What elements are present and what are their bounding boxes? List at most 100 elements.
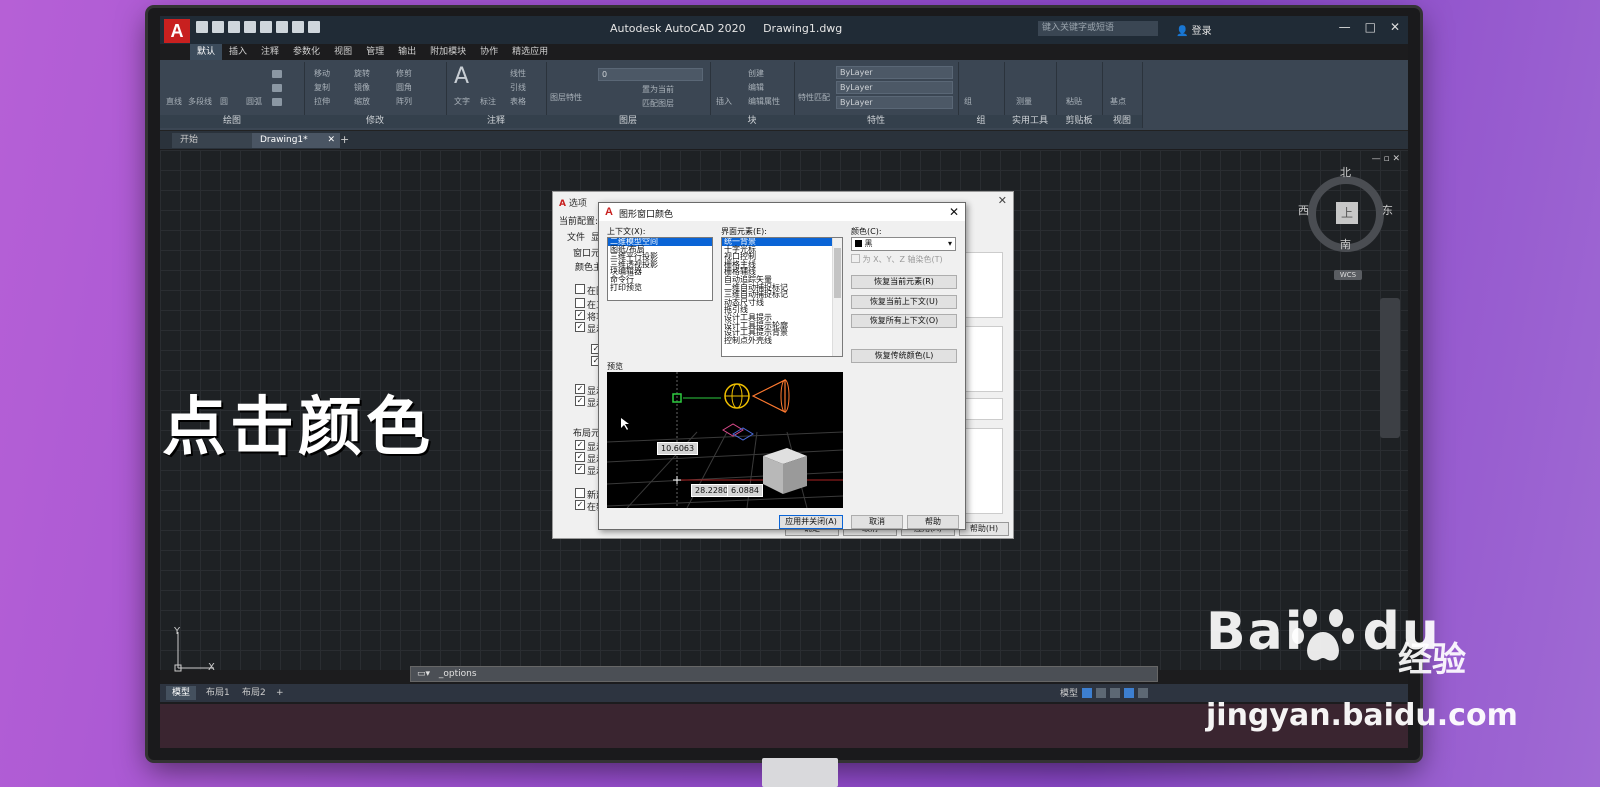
apply-and-close-button[interactable]: 应用并关闭(A) bbox=[779, 515, 843, 529]
colors-dialog-close-icon[interactable]: ✕ bbox=[949, 205, 959, 219]
compass-north[interactable]: 北 bbox=[1340, 164, 1351, 180]
osnap-icon[interactable] bbox=[1138, 687, 1149, 698]
text-icon[interactable]: A bbox=[454, 64, 469, 89]
scrollbar-thumb[interactable] bbox=[834, 248, 841, 298]
element-list-scrollbar[interactable] bbox=[832, 238, 842, 356]
panel-label-utilities[interactable]: 实用工具 bbox=[1004, 115, 1056, 128]
group-tool[interactable]: 组 bbox=[964, 96, 972, 107]
print-icon[interactable] bbox=[276, 21, 288, 33]
tab-output[interactable]: 输出 bbox=[391, 44, 423, 60]
panel-label-clipboard[interactable]: 剪贴板 bbox=[1056, 115, 1102, 128]
login-button[interactable]: 👤 登录 bbox=[1176, 22, 1212, 37]
tint-axis-checkbox[interactable] bbox=[851, 254, 860, 263]
model-space-toggle[interactable]: 模型 bbox=[1060, 686, 1078, 699]
tint-axis-option[interactable]: 为 X、Y、Z 轴染色(T) bbox=[851, 254, 943, 265]
layout-checkbox-2[interactable]: ✓ bbox=[575, 452, 585, 462]
interface-element-list[interactable]: 统一背景 十字光标 视口控制 栅格主线 栅格辅线 自动追踪矢量 二维自动捕捉标记… bbox=[721, 237, 843, 357]
layer-properties-tool[interactable]: 图层特性 bbox=[550, 92, 582, 103]
panel-label-annotation[interactable]: 注释 bbox=[446, 115, 546, 128]
panel-label-block[interactable]: 块 bbox=[710, 115, 794, 128]
paste-tool[interactable]: 粘贴 bbox=[1066, 96, 1082, 107]
viewport-controls[interactable]: — ▫ ✕ bbox=[1372, 154, 1400, 164]
navigation-bar[interactable] bbox=[1380, 298, 1400, 438]
measure-tool[interactable]: 测量 bbox=[1016, 96, 1032, 107]
grid-icon[interactable] bbox=[1082, 687, 1093, 698]
rotate-tool[interactable]: 旋转 bbox=[354, 68, 370, 79]
color-select[interactable]: 黑 ▾ bbox=[851, 237, 956, 251]
tab-parametric[interactable]: 参数化 bbox=[286, 44, 327, 60]
array-tool[interactable]: 阵列 bbox=[396, 96, 412, 107]
tab-addins[interactable]: 附加模块 bbox=[423, 44, 473, 60]
web-mobile-icon[interactable] bbox=[260, 21, 272, 33]
tab-collaborate[interactable]: 协作 bbox=[473, 44, 505, 60]
element-item[interactable]: 控制点外壳线 bbox=[722, 336, 842, 345]
option-checkbox-1[interactable] bbox=[575, 284, 585, 294]
layout-checkbox-5[interactable]: ✓ bbox=[575, 500, 585, 510]
color-dropdown[interactable]: ByLayer bbox=[836, 66, 953, 79]
layout-checkbox-3[interactable]: ✓ bbox=[575, 464, 585, 474]
tab-manage[interactable]: 管理 bbox=[359, 44, 391, 60]
save-icon[interactable] bbox=[228, 21, 240, 33]
command-line[interactable]: ▭▾ _options bbox=[410, 666, 1158, 682]
layout-checkbox-1[interactable]: ✓ bbox=[575, 440, 585, 450]
restore-current-context-button[interactable]: 恢复当前上下文(U) bbox=[851, 295, 957, 309]
autocad-logo-icon[interactable]: A bbox=[164, 19, 190, 43]
tab-layout1[interactable]: 布局1 bbox=[200, 686, 236, 700]
tab-annotate[interactable]: 注释 bbox=[254, 44, 286, 60]
redo-icon[interactable] bbox=[308, 21, 320, 33]
tab-featured-apps[interactable]: 精选应用 bbox=[505, 44, 555, 60]
command-input[interactable]: _options bbox=[439, 669, 477, 679]
fillet-tool[interactable]: 圆角 bbox=[396, 82, 412, 93]
line-tool[interactable]: 直线 bbox=[166, 96, 182, 107]
panel-label-properties[interactable]: 特性 bbox=[794, 115, 958, 128]
search-input[interactable]: 键入关键字或短语 bbox=[1038, 21, 1158, 36]
linetype-dropdown[interactable]: ByLayer bbox=[836, 96, 953, 109]
match-properties-tool[interactable]: 特性匹配 bbox=[798, 92, 830, 103]
option-checkbox-4[interactable]: ✓ bbox=[575, 322, 585, 332]
circle-tool[interactable]: 圆 bbox=[220, 96, 228, 107]
tab-view[interactable]: 视图 bbox=[327, 44, 359, 60]
polyline-tool[interactable]: 多段线 bbox=[188, 96, 212, 107]
option-checkbox-2[interactable] bbox=[575, 298, 585, 308]
tab-drawing1[interactable]: Drawing1* ✕ bbox=[252, 133, 340, 148]
panel-label-groups[interactable]: 组 bbox=[958, 115, 1004, 128]
wcs-menu[interactable]: WCS bbox=[1334, 270, 1362, 280]
scale-tool[interactable]: 缩放 bbox=[354, 96, 370, 107]
panel-label-view[interactable]: 视图 bbox=[1102, 115, 1142, 128]
restore-all-contexts-button[interactable]: 恢复所有上下文(O) bbox=[851, 314, 957, 328]
panel-label-layers[interactable]: 图层 bbox=[546, 115, 710, 128]
insert-block-tool[interactable]: 插入 bbox=[716, 96, 732, 107]
rectangle-icon[interactable] bbox=[272, 70, 282, 78]
panel-label-modify[interactable]: 修改 bbox=[304, 115, 446, 128]
maximize-button[interactable]: □ bbox=[1365, 20, 1376, 34]
mirror-tool[interactable]: 镜像 bbox=[354, 82, 370, 93]
match-layer-tool[interactable]: 匹配图层 bbox=[642, 98, 674, 109]
restore-current-element-button[interactable]: 恢复当前元素(R) bbox=[851, 275, 957, 289]
context-list[interactable]: 二维模型空间 图纸/布局 三维平行投影 三维透视投影 块编辑器 命令行 打印预览 bbox=[607, 237, 713, 301]
option-checkbox-3[interactable]: ✓ bbox=[575, 310, 585, 320]
minimize-button[interactable]: — bbox=[1339, 20, 1351, 34]
new-tab-icon[interactable]: + bbox=[340, 133, 349, 146]
set-current-tool[interactable]: 置为当前 bbox=[642, 84, 674, 95]
close-button[interactable]: ✕ bbox=[1390, 20, 1400, 34]
ortho-icon[interactable] bbox=[1110, 687, 1121, 698]
restore-classic-colors-button[interactable]: 恢复传统颜色(L) bbox=[851, 349, 957, 363]
tab-layout2[interactable]: 布局2 bbox=[236, 686, 272, 700]
create-block-tool[interactable]: 创建 bbox=[748, 68, 764, 79]
compass-south[interactable]: 南 bbox=[1340, 236, 1351, 252]
undo-icon[interactable] bbox=[292, 21, 304, 33]
tab-default[interactable]: 默认 bbox=[190, 44, 223, 60]
stretch-tool[interactable]: 拉伸 bbox=[314, 96, 330, 107]
hatch-icon[interactable] bbox=[272, 98, 282, 106]
open-file-icon[interactable] bbox=[212, 21, 224, 33]
viewcube-top-face[interactable]: 上 bbox=[1336, 202, 1358, 224]
layout-checkbox-4[interactable] bbox=[575, 488, 585, 498]
tab-insert[interactable]: 插入 bbox=[222, 44, 254, 60]
help-button[interactable]: 帮助 bbox=[907, 515, 959, 529]
tab-files[interactable]: 文件 bbox=[567, 230, 585, 243]
layer-dropdown[interactable]: 0 bbox=[598, 68, 703, 81]
option-checkbox-8[interactable]: ✓ bbox=[575, 396, 585, 406]
arc-tool[interactable]: 圆弧 bbox=[246, 96, 262, 107]
base-point-tool[interactable]: 基点 bbox=[1110, 96, 1126, 107]
compass-east[interactable]: 东 bbox=[1382, 202, 1393, 218]
